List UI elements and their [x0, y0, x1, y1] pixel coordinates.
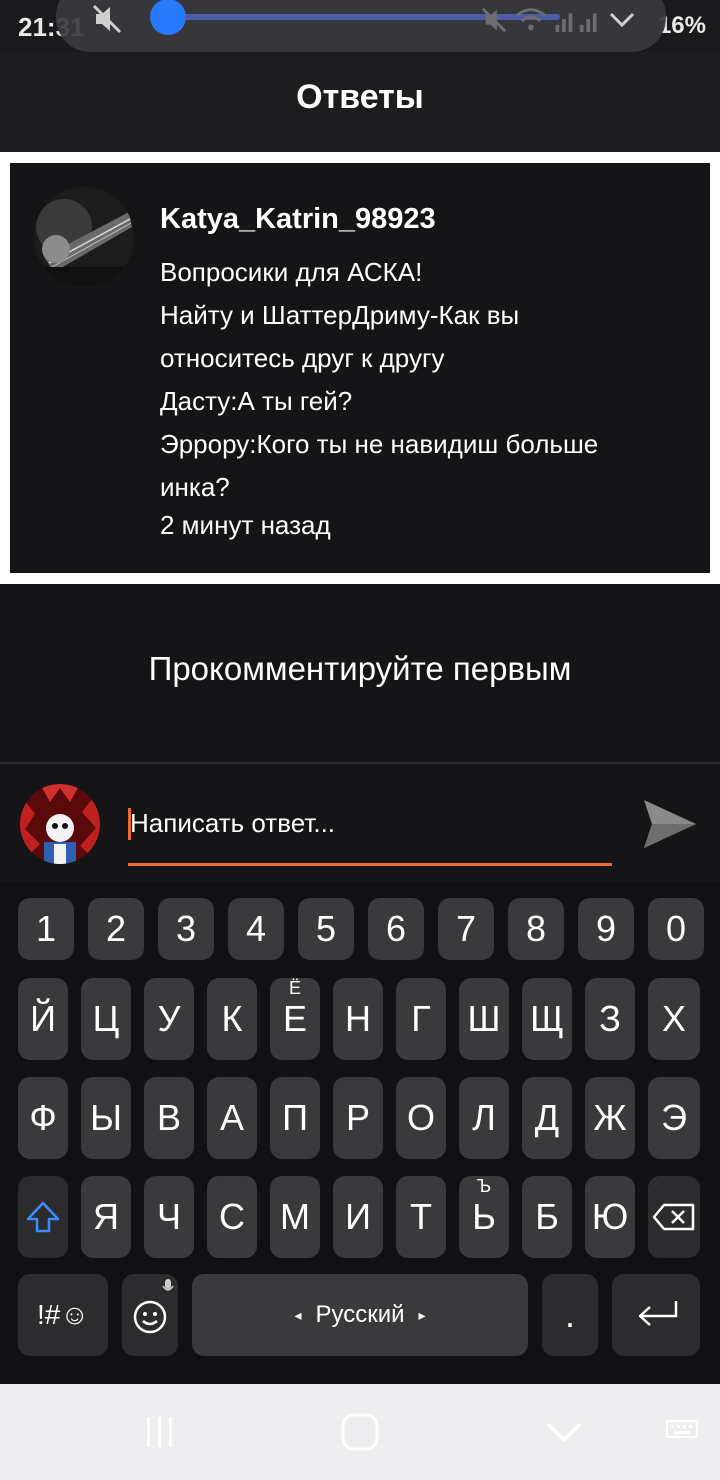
key-0[interactable]: 0: [648, 898, 704, 960]
key-letter[interactable]: И: [333, 1176, 383, 1258]
signal-icon: [555, 13, 597, 33]
question-line: Эррору:Кого ты не навидиш больше: [160, 429, 599, 459]
key-letter[interactable]: Я: [81, 1176, 131, 1258]
key-letter[interactable]: У: [144, 978, 194, 1060]
key-letter[interactable]: Т: [396, 1176, 446, 1258]
reply-placeholder: Написать ответ...: [130, 808, 336, 838]
key-6[interactable]: 6: [368, 898, 424, 960]
key-letter[interactable]: З: [585, 978, 635, 1060]
key-1[interactable]: 1: [18, 898, 74, 960]
app-header: Ответы: [0, 52, 720, 152]
key-letter[interactable]: Ю: [585, 1176, 635, 1258]
key-sup-label: Ъ: [476, 1176, 492, 1196]
key-4[interactable]: 4: [228, 898, 284, 960]
key-letter[interactable]: П: [270, 1077, 320, 1159]
empty-comments-text: Прокомментируйте первым: [148, 650, 572, 687]
question-card-border: Katya_Katrin_98923 Вопросики для АСКА! Н…: [0, 152, 720, 584]
chevron-down-icon[interactable]: [608, 6, 636, 34]
backspace-icon: [652, 1203, 695, 1231]
status-bar: 21:31 16%: [0, 0, 720, 52]
key-3[interactable]: 3: [158, 898, 214, 960]
volume-panel[interactable]: [56, 0, 666, 52]
question-line: Вопросики для АСКА!: [160, 257, 423, 287]
question-username[interactable]: Katya_Katrin_98923: [160, 203, 436, 236]
symbols-key[interactable]: !#☺: [18, 1274, 108, 1356]
key-letter[interactable]: О: [396, 1077, 446, 1159]
key-9[interactable]: 9: [578, 898, 634, 960]
key-7[interactable]: 7: [438, 898, 494, 960]
reply-input[interactable]: Написать ответ...: [128, 802, 612, 866]
emoji-icon: [133, 1300, 167, 1334]
recents-icon[interactable]: [142, 1414, 178, 1450]
key-letter[interactable]: Р: [333, 1077, 383, 1159]
key-letter[interactable]: Б: [522, 1176, 572, 1258]
vibrate-mute-icon: [481, 7, 507, 33]
key-letter[interactable]: К: [207, 978, 257, 1060]
question-line: инка?: [160, 472, 230, 502]
key-letter[interactable]: Ч: [144, 1176, 194, 1258]
home-icon[interactable]: [340, 1412, 380, 1452]
question-text: Вопросики для АСКА! Найту и ШаттерДриму-…: [160, 251, 680, 509]
key-letter[interactable]: М: [270, 1176, 320, 1258]
question-timestamp: 2 минут назад: [160, 510, 331, 540]
shift-key[interactable]: [18, 1176, 68, 1258]
space-key[interactable]: ◂ Русский ▸: [192, 1274, 528, 1356]
question-line: Найту и ШаттерДриму-Как вы: [160, 300, 520, 330]
key-main-label: Ь: [472, 1196, 496, 1237]
period-key[interactable]: .: [542, 1274, 598, 1356]
system-nav-bar: [0, 1384, 720, 1480]
key-letter[interactable]: Н: [333, 978, 383, 1060]
send-icon[interactable]: [640, 796, 698, 852]
key-letter[interactable]: Г: [396, 978, 446, 1060]
mute-icon[interactable]: [90, 2, 124, 36]
key-letter[interactable]: Ц: [81, 978, 131, 1060]
key-letter[interactable]: Ф: [18, 1077, 68, 1159]
key-letter[interactable]: Щ: [522, 978, 572, 1060]
back-chevron-icon[interactable]: [544, 1414, 584, 1450]
emoji-key[interactable]: [122, 1274, 178, 1356]
key-letter[interactable]: С: [207, 1176, 257, 1258]
space-language-label: Русский: [315, 1301, 405, 1328]
user-avatar-icon: [20, 784, 100, 864]
question-line: Дасту:А ты гей?: [160, 386, 353, 416]
enter-icon: [638, 1301, 678, 1326]
page-title: Ответы: [296, 78, 424, 116]
key-letter[interactable]: Л: [459, 1077, 509, 1159]
key-letter[interactable]: Й: [18, 978, 68, 1060]
key-letter[interactable]: Д: [522, 1077, 572, 1159]
key-letter-e[interactable]: Ё Е: [270, 978, 320, 1060]
keyboard-hide-icon[interactable]: [666, 1420, 698, 1444]
key-5[interactable]: 5: [298, 898, 354, 960]
lang-right-arrow-icon: ▸: [418, 1306, 426, 1323]
key-letter[interactable]: Э: [648, 1077, 700, 1159]
shift-icon: [26, 1201, 60, 1233]
avatar[interactable]: [34, 187, 134, 287]
reply-bar: Написать ответ...: [0, 762, 720, 882]
key-main-label: Е: [282, 998, 307, 1039]
avatar[interactable]: [20, 784, 100, 864]
key-letter[interactable]: Ы: [81, 1077, 131, 1159]
enter-key[interactable]: [612, 1274, 700, 1356]
backspace-key[interactable]: [648, 1176, 700, 1258]
key-8[interactable]: 8: [508, 898, 564, 960]
wifi-icon: [516, 8, 546, 31]
comments-empty-state: Прокомментируйте первым: [0, 584, 720, 762]
mic-icon: [162, 1279, 174, 1291]
key-letter[interactable]: Ж: [585, 1077, 635, 1159]
key-2[interactable]: 2: [88, 898, 144, 960]
key-sup-label: Ё: [288, 978, 301, 998]
lang-left-arrow-icon: ◂: [294, 1306, 302, 1323]
keyboard: 1 2 3 4 5 6 7 8 9 0 Й Ц У К Ё Е Н Г Ш Щ …: [0, 882, 720, 1384]
guitar-photo-icon: [34, 187, 134, 287]
question-card[interactable]: Katya_Katrin_98923 Вопросики для АСКА! Н…: [10, 163, 710, 573]
key-letter[interactable]: Ш: [459, 978, 509, 1060]
key-letter-soft[interactable]: Ъ Ь: [459, 1176, 509, 1258]
key-letter[interactable]: Х: [648, 978, 700, 1060]
key-letter[interactable]: А: [207, 1077, 257, 1159]
question-line: относитесь друг к другу: [160, 343, 445, 373]
volume-knob[interactable]: [150, 0, 186, 35]
key-letter[interactable]: В: [144, 1077, 194, 1159]
